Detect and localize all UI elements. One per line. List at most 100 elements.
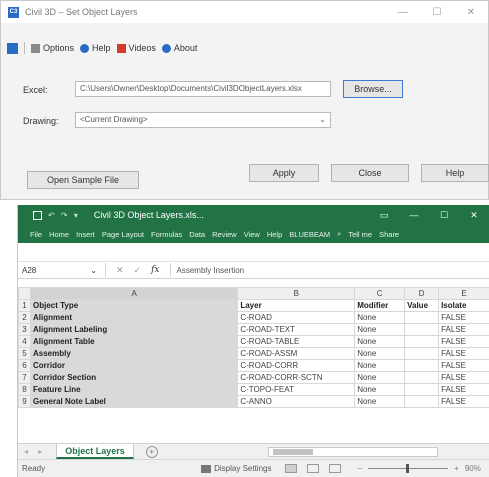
cell[interactable]: Feature Line (29, 383, 239, 396)
row-header[interactable]: 8 (18, 383, 31, 396)
horizontal-scrollbar[interactable] (267, 446, 438, 457)
cell[interactable]: General Note Label (29, 395, 239, 408)
zoom-slider[interactable] (368, 464, 449, 473)
cell[interactable]: C-ROAD-CORR (237, 359, 356, 372)
close-icon[interactable]: ✕ (454, 1, 488, 23)
cell[interactable]: Corridor Section (29, 371, 239, 384)
add-sheet-icon[interactable]: + (145, 445, 158, 458)
menu-item-about[interactable]: About (161, 43, 197, 53)
cell-table[interactable]: A B C D E 1 Object Type Layer Modifier V… (18, 287, 489, 408)
cell[interactable]: FALSE (438, 311, 489, 324)
cell[interactable]: None (354, 359, 406, 372)
cell[interactable] (404, 383, 440, 396)
drawing-select[interactable]: <Current Drawing> ⌄ (75, 112, 331, 128)
page-layout-view-icon[interactable] (307, 464, 320, 473)
cell[interactable] (404, 395, 440, 408)
column-header-b[interactable]: B (237, 287, 356, 300)
maximize-icon[interactable]: ☐ (429, 205, 459, 225)
cell[interactable]: C-ROAD (237, 311, 356, 324)
search-icon[interactable]: ⌕ (337, 229, 341, 239)
row-header[interactable]: 1 (18, 299, 31, 312)
column-header-c[interactable]: C (354, 287, 406, 300)
tell-me-input[interactable]: Tell me (348, 230, 372, 239)
menu-item-help[interactable]: Help (80, 43, 111, 53)
column-header-a[interactable]: A (29, 287, 239, 300)
tab-home[interactable]: Home (49, 230, 69, 239)
tab-review[interactable]: Review (212, 230, 237, 239)
cell[interactable] (404, 347, 440, 360)
cell[interactable]: FALSE (438, 323, 489, 336)
cell[interactable] (404, 371, 440, 384)
column-header-d[interactable]: D (404, 287, 440, 300)
cell[interactable]: None (354, 395, 406, 408)
cell[interactable]: None (354, 311, 406, 324)
cell[interactable]: None (354, 347, 406, 360)
tab-bluebeam[interactable]: BLUEBEAM (289, 230, 330, 239)
quick-access-toolbar[interactable]: ↶ ↷ ▾ (48, 211, 80, 220)
cell[interactable] (404, 335, 440, 348)
tab-data[interactable]: Data (189, 230, 205, 239)
save-icon[interactable] (33, 210, 42, 220)
app-menu-icon[interactable] (7, 42, 18, 54)
cell[interactable]: C-TOPO-FEAT (237, 383, 356, 396)
cell[interactable] (404, 323, 440, 336)
row-header[interactable]: 5 (18, 347, 31, 360)
sheet-tab-object-layers[interactable]: Object Layers (56, 444, 134, 459)
zoom-in-icon[interactable]: + (454, 464, 459, 473)
cell[interactable] (404, 359, 440, 372)
cell[interactable]: Layer (237, 299, 356, 312)
select-all-corner[interactable] (18, 287, 31, 300)
zoom-out-icon[interactable]: − (357, 464, 362, 473)
open-sample-file-button[interactable]: Open Sample File (27, 171, 139, 189)
function-icon[interactable]: fx (151, 265, 159, 276)
normal-view-icon[interactable] (285, 464, 298, 473)
cell[interactable]: None (354, 371, 406, 384)
cell[interactable]: FALSE (438, 371, 489, 384)
cell[interactable]: FALSE (438, 347, 489, 360)
cell[interactable]: Isolate (438, 299, 489, 312)
row-header[interactable]: 7 (18, 371, 31, 384)
row-header[interactable]: 9 (18, 395, 31, 408)
browse-button[interactable]: Browse... (343, 80, 403, 98)
cell[interactable]: C-ROAD-ASSM (237, 347, 356, 360)
name-box[interactable]: A28 ⌄ (18, 263, 106, 277)
cell[interactable]: Assembly (29, 347, 239, 360)
share-button[interactable]: Share (379, 230, 399, 239)
cell[interactable]: Alignment Table (29, 335, 239, 348)
tab-insert[interactable]: Insert (76, 230, 95, 239)
row-header[interactable]: 6 (18, 359, 31, 372)
cell[interactable]: Alignment (29, 311, 239, 324)
menu-item-options[interactable]: Options (31, 43, 74, 53)
column-header-e[interactable]: E (438, 287, 489, 300)
confirm-icon[interactable]: ✓ (134, 265, 142, 276)
page-break-view-icon[interactable] (329, 464, 342, 473)
close-icon[interactable]: ✕ (459, 205, 489, 225)
cell[interactable]: C-ROAD-CORR-SCTN (237, 371, 356, 384)
cell[interactable]: C-ROAD-TABLE (237, 335, 356, 348)
display-settings-button[interactable]: Display Settings (201, 464, 271, 473)
excel-path-input[interactable]: C:\Users\Owner\Desktop\Documents\Civil3D… (75, 81, 331, 97)
maximize-icon[interactable]: ☐ (420, 1, 454, 23)
close-button[interactable]: Close (331, 164, 409, 182)
cell[interactable]: None (354, 335, 406, 348)
help-button[interactable]: Help (421, 164, 489, 182)
cell[interactable]: None (354, 323, 406, 336)
cell[interactable]: Modifier (354, 299, 406, 312)
minimize-icon[interactable]: — (386, 1, 420, 23)
cell[interactable]: Object Type (29, 299, 239, 312)
cell[interactable]: FALSE (438, 359, 489, 372)
minimize-icon[interactable]: — (399, 205, 429, 225)
cell[interactable]: Corridor (29, 359, 239, 372)
cell[interactable]: FALSE (438, 335, 489, 348)
tab-file[interactable]: File (30, 230, 42, 239)
cell[interactable]: C-ANNO (237, 395, 356, 408)
sheet-nav-arrows[interactable]: ◂ ▸ (24, 447, 46, 456)
ribbon-display-icon[interactable]: ▭ (369, 205, 399, 225)
cell[interactable]: Alignment Labeling (29, 323, 239, 336)
tab-help[interactable]: Help (267, 230, 282, 239)
cell[interactable]: Value (404, 299, 440, 312)
menu-item-videos[interactable]: Videos (116, 43, 156, 53)
formula-input[interactable]: Assembly Insertion (169, 263, 489, 277)
row-header[interactable]: 2 (18, 311, 31, 324)
cell[interactable]: C-ROAD-TEXT (237, 323, 356, 336)
